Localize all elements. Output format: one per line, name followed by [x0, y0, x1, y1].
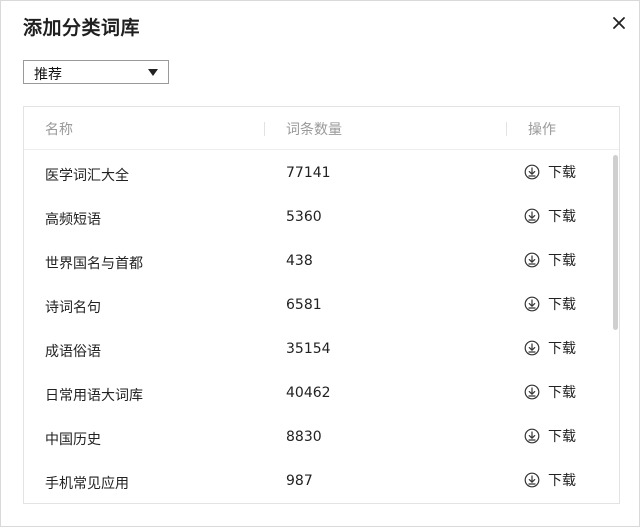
download-label: 下载 [548, 297, 576, 313]
entry-count: 5360 [286, 209, 322, 225]
entry-count: 77141 [286, 165, 331, 181]
download-button[interactable]: 下载 [524, 294, 576, 314]
scrollbar-thumb[interactable] [613, 155, 618, 330]
column-header-count: 词条数量 [286, 122, 342, 138]
dictionary-name: 日常用语大词库 [45, 388, 143, 404]
category-filter-value: 推荐 [34, 67, 62, 83]
table-row: 医学词汇大全 77141 下载 [24, 150, 619, 194]
entry-count: 8830 [286, 429, 322, 445]
table-row: 中国历史 8830 下载 [24, 414, 619, 458]
column-divider [264, 122, 265, 136]
table-row: 手机常见应用 987 下载 [24, 458, 619, 502]
column-header-name: 名称 [45, 122, 73, 138]
download-circle-icon [524, 208, 540, 224]
download-label: 下载 [548, 341, 576, 357]
dictionary-name: 世界国名与首都 [45, 256, 143, 272]
download-label: 下载 [548, 385, 576, 401]
table-body: 医学词汇大全 77141 下载 高频短语 5360 下载 世界国名与首都 438 [24, 150, 619, 503]
download-circle-icon [524, 252, 540, 268]
column-divider [506, 122, 507, 136]
table-row: 成语俗语 35154 下载 [24, 326, 619, 370]
close-icon [607, 11, 631, 35]
entry-count: 6581 [286, 297, 322, 313]
download-button[interactable]: 下载 [524, 206, 576, 226]
download-button[interactable]: 下载 [524, 250, 576, 270]
download-label: 下载 [548, 473, 576, 489]
column-header-action: 操作 [528, 122, 556, 138]
download-circle-icon [524, 472, 540, 488]
download-button[interactable]: 下载 [524, 338, 576, 358]
download-label: 下载 [548, 429, 576, 445]
dictionary-name: 医学词汇大全 [45, 168, 129, 184]
dictionary-name: 成语俗语 [45, 344, 101, 360]
dictionary-name: 中国历史 [45, 432, 101, 448]
table-header: 名称 词条数量 操作 [24, 107, 619, 150]
table-row: 诗词名句 6581 下载 [24, 282, 619, 326]
table-row: 高频短语 5360 下载 [24, 194, 619, 238]
close-button[interactable] [607, 11, 631, 35]
entry-count: 35154 [286, 341, 331, 357]
add-category-dictionary-dialog: 添加分类词库 推荐 名称 词条数量 操作 医学词汇大全 77141 下载 高频短… [0, 0, 640, 527]
download-label: 下载 [548, 209, 576, 225]
table-row: 世界国名与首都 438 下载 [24, 238, 619, 282]
download-button[interactable]: 下载 [524, 162, 576, 182]
download-button[interactable]: 下载 [524, 470, 576, 490]
download-circle-icon [524, 164, 540, 180]
download-button[interactable]: 下载 [524, 426, 576, 446]
download-label: 下载 [548, 165, 576, 181]
table-row: 日常用语大词库 40462 下载 [24, 370, 619, 414]
dialog-title: 添加分类词库 [23, 17, 141, 39]
caret-down-icon [148, 69, 158, 76]
dictionary-table: 名称 词条数量 操作 医学词汇大全 77141 下载 高频短语 5360 下载 [23, 106, 620, 504]
entry-count: 987 [286, 473, 313, 489]
entry-count: 40462 [286, 385, 331, 401]
download-circle-icon [524, 340, 540, 356]
download-circle-icon [524, 296, 540, 312]
entry-count: 438 [286, 253, 313, 269]
dictionary-name: 高频短语 [45, 212, 101, 228]
download-circle-icon [524, 384, 540, 400]
dictionary-name: 手机常见应用 [45, 476, 129, 492]
category-filter-select[interactable]: 推荐 [23, 60, 169, 84]
download-button[interactable]: 下载 [524, 382, 576, 402]
download-label: 下载 [548, 253, 576, 269]
dictionary-name: 诗词名句 [45, 300, 101, 316]
download-circle-icon [524, 428, 540, 444]
